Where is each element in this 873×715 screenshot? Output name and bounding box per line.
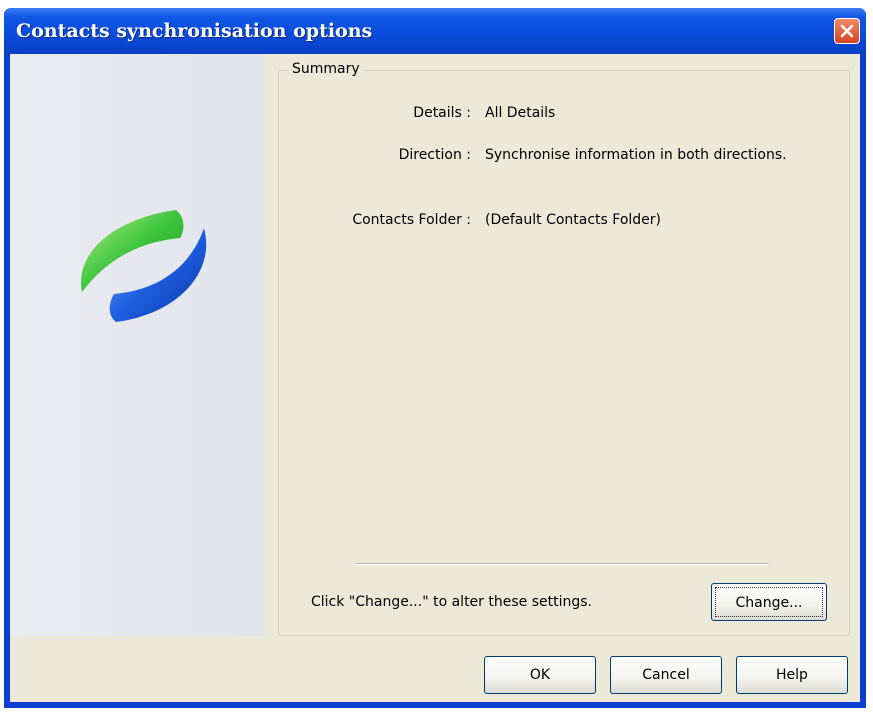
summary-legend: Summary — [289, 61, 363, 77]
contacts-folder-label: Contacts Folder : — [352, 212, 471, 228]
details-value: All Details — [485, 105, 556, 121]
contacts-folder-value: (Default Contacts Folder) — [485, 212, 662, 228]
change-hint-text: Click "Change..." to alter these setting… — [311, 594, 592, 610]
close-button[interactable] — [834, 18, 860, 44]
sync-arrows-icon — [81, 210, 207, 322]
window-title: Contacts synchronisation options — [16, 20, 373, 42]
close-icon — [840, 24, 854, 38]
cancel-button[interactable]: Cancel — [610, 656, 722, 694]
separator — [355, 563, 769, 565]
summary-group: Summary Details : All Details Direction … — [278, 61, 850, 636]
help-button[interactable]: Help — [736, 656, 848, 694]
dialog-body: Summary Details : All Details Direction … — [10, 54, 860, 702]
details-label: Details : — [413, 105, 471, 121]
change-button[interactable]: Change... — [711, 583, 827, 621]
direction-label: Direction : — [398, 147, 471, 163]
direction-value: Synchronise information in both directio… — [485, 147, 787, 163]
ok-button[interactable]: OK — [484, 656, 596, 694]
change-button-label: Change... — [715, 587, 823, 617]
dialog-window: Contacts synchronisation options Summary… — [4, 8, 866, 708]
title-bar[interactable]: Contacts synchronisation options — [4, 8, 866, 54]
side-panel — [10, 54, 264, 636]
